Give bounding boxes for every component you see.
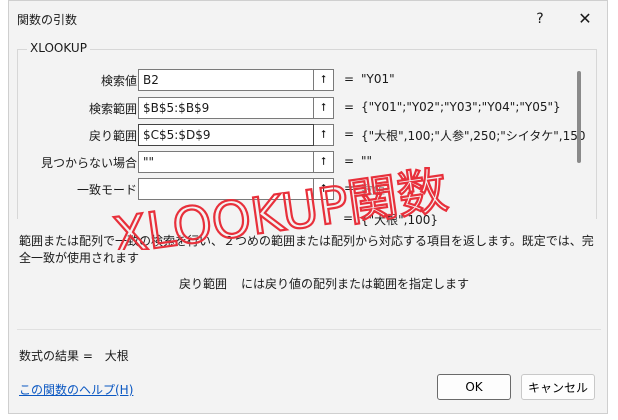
argument-help-text: には戻り値の配列または範囲を指定します [241,277,470,291]
arg-label: 戻り範囲 [88,129,137,143]
arg-label: 検索範囲 [88,102,137,116]
equals-sign: = [344,154,355,168]
arg-result: 数値 [361,183,386,197]
arg-result: {"大根",100;"人参",250;"シイタケ",150 [361,129,586,143]
equals-sign: = [344,127,355,141]
dialog-title: 関数の引数 [17,13,78,27]
arg-result: "" [361,154,373,168]
function-help-link[interactable]: この関数のヘルプ(H) [19,381,133,398]
arg-result: "Y01" [361,72,395,86]
return-array-input[interactable] [138,124,314,146]
arg-row-lookup-value: 検索値 ⭡ = "Y01" [9,69,609,91]
arg-row-return-array: 戻り範囲 ⭡ = {"大根",100;"人参",250;"シイタケ",150 [9,124,609,146]
collapse-dialog-icon[interactable]: ⭡ [314,69,334,91]
arg-result: {"Y01";"Y02";"Y03";"Y04";"Y05"} [361,100,561,114]
function-name-label: XLOOKUP [27,41,90,55]
function-result: {"大根",100} [361,213,439,227]
formula-result-value: 大根 [104,349,129,363]
argument-description: 戻り範囲 には戻り値の配列または範囲を指定します [179,275,469,292]
equals-sign: = [343,211,354,225]
if-not-found-input[interactable] [138,151,314,173]
title-bar: 関数の引数 ? ✕ [9,1,607,37]
formula-result: 数式の結果 = 大根 [19,347,129,364]
arguments-scrollbar[interactable] [577,71,581,163]
collapse-dialog-icon[interactable]: ⭡ [314,178,334,200]
arg-label: 見つからない場合 [40,156,137,170]
function-arguments-dialog: 関数の引数 ? ✕ XLOOKUP 検索値 ⭡ = "Y01" 検索範囲 ⭡ =… [8,0,608,414]
close-button[interactable]: ✕ [569,7,601,31]
cancel-button[interactable]: キャンセル [521,374,595,400]
equals-sign: = [344,181,355,195]
lookup-array-input[interactable] [138,97,314,119]
help-button[interactable]: ? [526,7,554,31]
equals-sign: = [344,72,355,86]
collapse-dialog-icon[interactable]: ⭡ [314,124,334,146]
formula-result-label: 数式の結果 = [19,349,93,363]
match-mode-input[interactable] [138,178,314,200]
collapse-dialog-icon[interactable]: ⭡ [314,151,334,173]
arg-row-lookup-array: 検索範囲 ⭡ = {"Y01";"Y02";"Y03";"Y04";"Y05"} [9,97,609,119]
arg-row-match-mode: 一致モード ⭡ = 数値 [9,178,609,200]
arg-row-if-not-found: 見つからない場合 ⭡ = "" [9,151,609,173]
lookup-value-input[interactable] [138,69,314,91]
function-description: 範囲または配列で一致の検索を行い、２つめの範囲または配列から対応する項目を返しま… [19,234,594,265]
argument-name: 戻り範囲 [179,277,228,291]
collapse-dialog-icon[interactable]: ⭡ [314,97,334,119]
ok-button[interactable]: OK [437,374,511,400]
divider [17,329,601,330]
arg-label: 検索値 [100,74,137,88]
equals-sign: = [344,100,355,114]
arg-label: 一致モード [76,183,137,197]
